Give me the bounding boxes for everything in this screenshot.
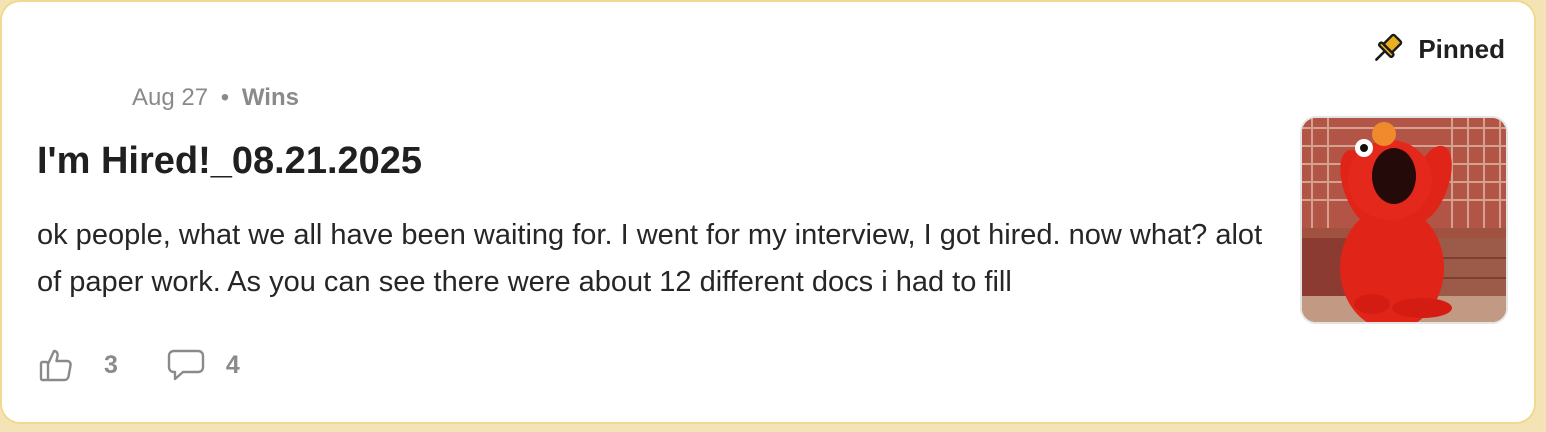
post-actions: 3 4: [38, 347, 240, 383]
post-thumbnail[interactable]: [1300, 116, 1508, 324]
pinned-badge: Pinned: [1370, 32, 1505, 66]
post-title[interactable]: I'm Hired!_08.21.2025: [37, 140, 422, 183]
like-button[interactable]: 3: [38, 347, 118, 383]
post-date: Aug 27: [132, 84, 209, 111]
pinned-label: Pinned: [1418, 33, 1505, 64]
comment-button[interactable]: 4: [166, 347, 240, 383]
pin-icon: [1370, 32, 1404, 66]
thumbs-up-icon: [38, 347, 74, 383]
comment-bubble-icon: [166, 347, 206, 383]
post-category[interactable]: Wins: [242, 84, 299, 111]
like-count: 3: [104, 350, 118, 379]
meta-separator: •: [220, 84, 230, 111]
post-excerpt[interactable]: ok people, what we all have been waiting…: [37, 212, 1277, 306]
post-card[interactable]: Pinned Aug 27 • Wins I'm Hired!_08.21.20…: [0, 0, 1536, 424]
post-meta: Aug 27 • Wins: [132, 84, 299, 112]
comment-count: 4: [225, 350, 240, 379]
elmo-gif-thumbnail: [1302, 118, 1506, 322]
